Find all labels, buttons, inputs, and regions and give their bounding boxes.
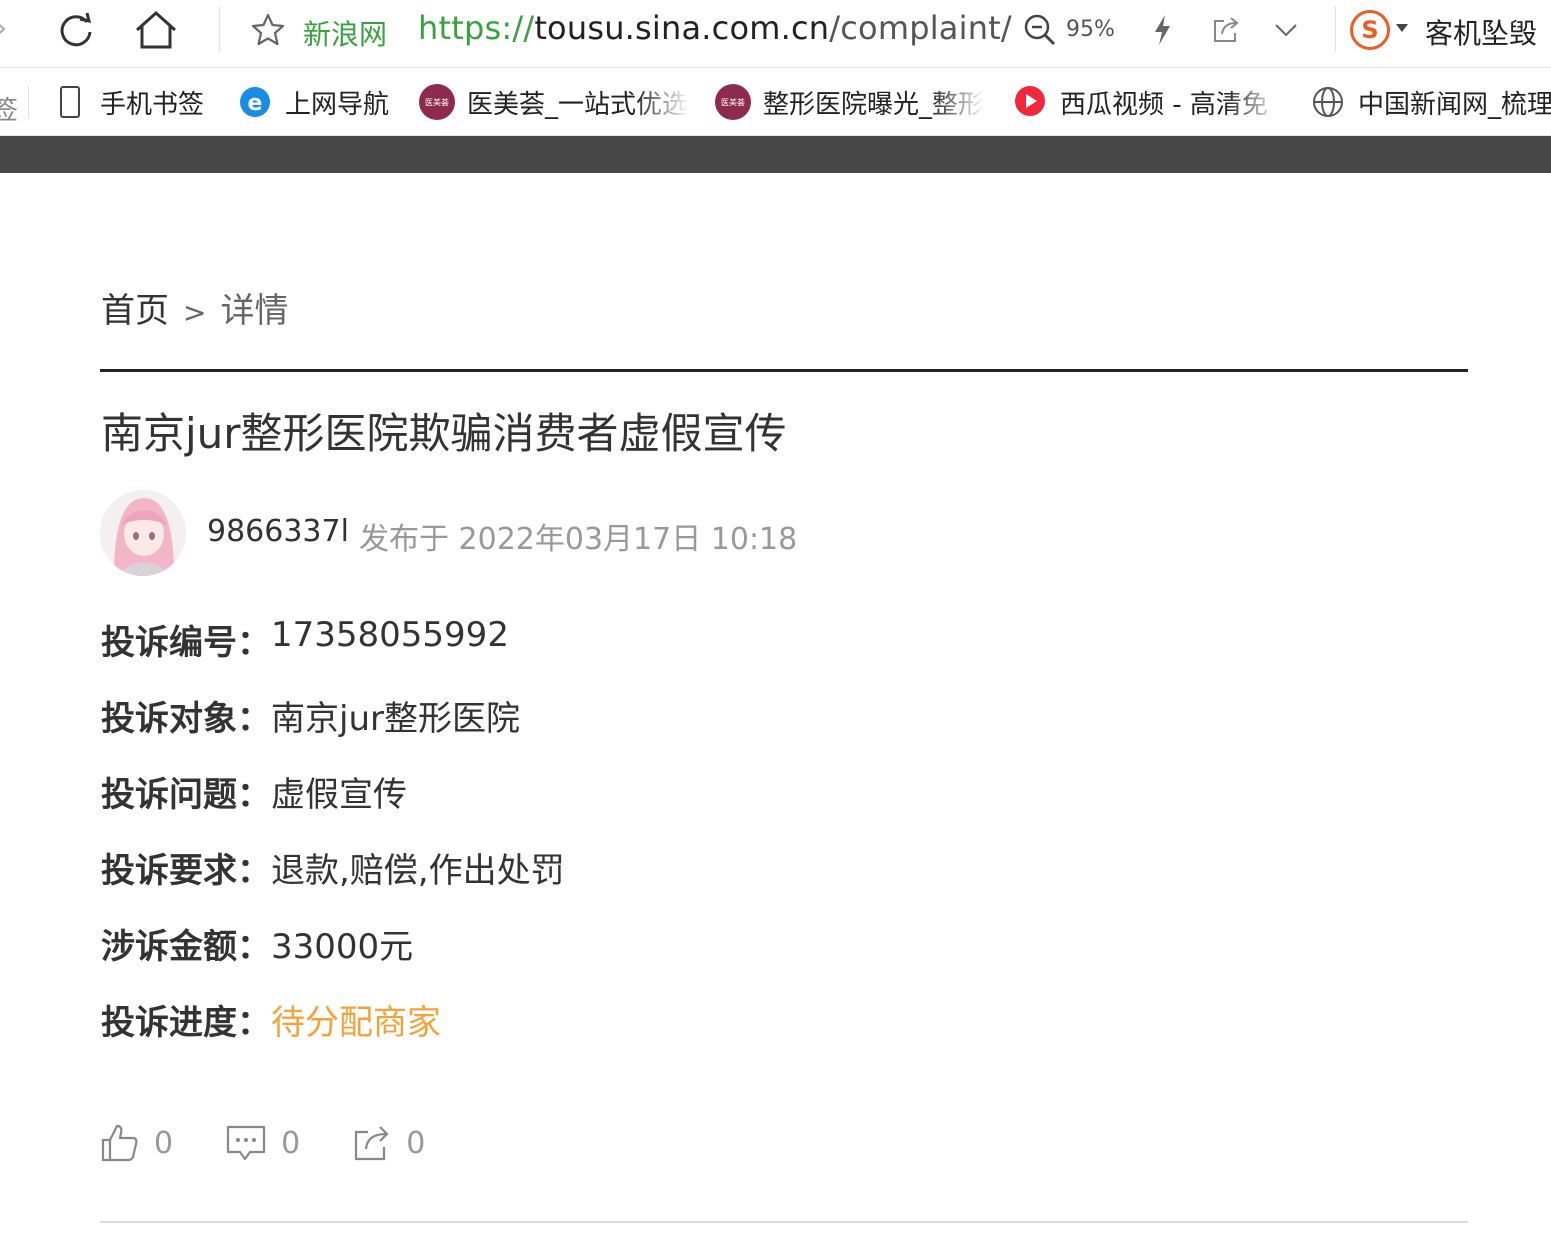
bookmark-mobile[interactable]: 手机书签 (52, 80, 204, 124)
detail-row: 涉诉金额： 33000元 (101, 919, 565, 995)
url-host: tousu.sina.com.cn (534, 9, 830, 47)
detail-row: 投诉对象： 南京jur整形医院 (101, 691, 565, 767)
bookmark-nav[interactable]: e 上网导航 (237, 80, 389, 124)
bookmark-label: 医美荟_一站式优选 (467, 89, 689, 120)
home-icon[interactable] (134, 8, 178, 52)
yimeihui-icon: 医美荟 (715, 84, 751, 120)
bookmark-label: 西瓜视频 - 高清免 (1060, 89, 1268, 120)
ie-icon: e (237, 84, 273, 120)
news-ticker[interactable]: 客机坠毁 (1425, 12, 1537, 52)
bookmarks-divider (28, 86, 29, 118)
complaint-number: 17358055992 (271, 615, 509, 655)
breadcrumb-current: 详情 (220, 291, 289, 331)
zoom-out-icon[interactable] (1018, 8, 1062, 52)
svg-text:e: e (248, 91, 263, 116)
xigua-icon (1012, 84, 1048, 120)
detail-label: 投诉对象： (101, 699, 271, 739)
refresh-icon[interactable] (54, 8, 98, 52)
bookmark-label: 中国新闻网_梳理 (1358, 89, 1551, 120)
complaint-target: 南京jur整形医院 (271, 699, 520, 739)
toolbar-divider (219, 6, 220, 52)
bookmark-label: 手机书签 (100, 89, 205, 120)
thumbs-up-icon (100, 1123, 140, 1163)
share-icon[interactable] (1204, 8, 1248, 52)
like-button[interactable]: 0 (100, 1123, 173, 1163)
url-scheme: https:// (418, 9, 535, 47)
comment-button[interactable]: 0 (225, 1123, 300, 1163)
complaint-status: 待分配商家 (271, 1003, 441, 1043)
detail-label: 投诉进度： (101, 1003, 271, 1043)
bookmark-cut-label[interactable]: 签 (0, 90, 18, 127)
publish-time: 发布于 2022年03月17日 10:18 (359, 522, 798, 557)
breadcrumb-home[interactable]: 首页 (101, 291, 169, 331)
page-title: 南京jur整形医院欺骗消费者虚假宣传 (101, 409, 787, 458)
author-name[interactable]: 9866337l (207, 514, 349, 549)
bookmark-hospital-exposure[interactable]: 医美荟 整形医院曝光_整形 (715, 80, 985, 124)
detail-row: 投诉进度： 待分配商家 (101, 995, 565, 1071)
site-name: 新浪网 (303, 18, 388, 51)
bookmarks-bar: 签 手机书签 e 上网导航 医美荟 医美荟_一站式优选 医美荟 整形医院曝光_整… (0, 68, 1551, 136)
comment-count: 0 (281, 1125, 301, 1161)
content-divider (100, 1221, 1468, 1223)
detail-row: 投诉问题： 虚假宣传 (101, 767, 565, 843)
share-button[interactable]: 0 (352, 1123, 425, 1163)
yimeihui-icon: 医美荟 (419, 84, 455, 120)
chevron-down-icon[interactable] (1264, 8, 1308, 52)
url-path: /complaint/ (829, 9, 1012, 47)
bookmark-xigua[interactable]: 西瓜视频 - 高清免 (1012, 80, 1280, 124)
bookmark-chinanews[interactable]: 中国新闻网_梳理 (1310, 80, 1551, 124)
detail-label: 投诉编号： (101, 623, 271, 663)
address-bar[interactable]: https://tousu.sina.com.cn/complaint/ (418, 9, 1012, 47)
caret-down-icon[interactable] (1396, 24, 1408, 32)
globe-icon (1310, 84, 1346, 120)
complaint-amount: 33000元 (271, 927, 414, 967)
bookmark-label: 整形医院曝光_整形 (763, 89, 985, 120)
detail-row: 投诉编号： 17358055992 (101, 615, 565, 691)
toolbar-divider (1335, 6, 1336, 52)
bookmark-yimeihui[interactable]: 医美荟 医美荟_一站式优选 (419, 80, 689, 124)
avatar[interactable] (100, 490, 186, 576)
breadcrumb-separator: > (183, 296, 207, 329)
star-icon[interactable] (246, 8, 290, 52)
share-icon (352, 1123, 392, 1163)
complaint-demand: 退款,赔偿,作出处罚 (271, 851, 565, 891)
like-count: 0 (154, 1125, 174, 1161)
sogou-icon[interactable]: S (1350, 10, 1390, 50)
browser-toolbar: 新浪网 https://tousu.sina.com.cn/complaint/… (0, 0, 1551, 68)
comment-icon (225, 1123, 267, 1163)
complaint-issue: 虚假宣传 (271, 775, 407, 815)
title-divider (100, 369, 1468, 372)
detail-row: 投诉要求： 退款,赔偿,作出处罚 (101, 843, 565, 919)
site-header-band (0, 136, 1551, 173)
detail-label: 投诉问题： (101, 775, 271, 815)
breadcrumb: 首页 > 详情 (101, 283, 288, 332)
action-bar: 0 0 0 (100, 1120, 477, 1166)
zoom-level[interactable]: 95% (1066, 17, 1115, 42)
bookmark-label: 上网导航 (285, 89, 390, 120)
phone-icon (52, 84, 88, 120)
detail-label: 投诉要求： (101, 851, 271, 891)
back-arrow-icon[interactable] (0, 14, 8, 44)
complaint-details: 投诉编号： 17358055992 投诉对象： 南京jur整形医院 投诉问题： 虚假宣… (101, 615, 565, 1071)
bolt-icon[interactable] (1140, 8, 1184, 52)
share-count: 0 (406, 1125, 426, 1161)
detail-label: 涉诉金额： (101, 927, 271, 967)
